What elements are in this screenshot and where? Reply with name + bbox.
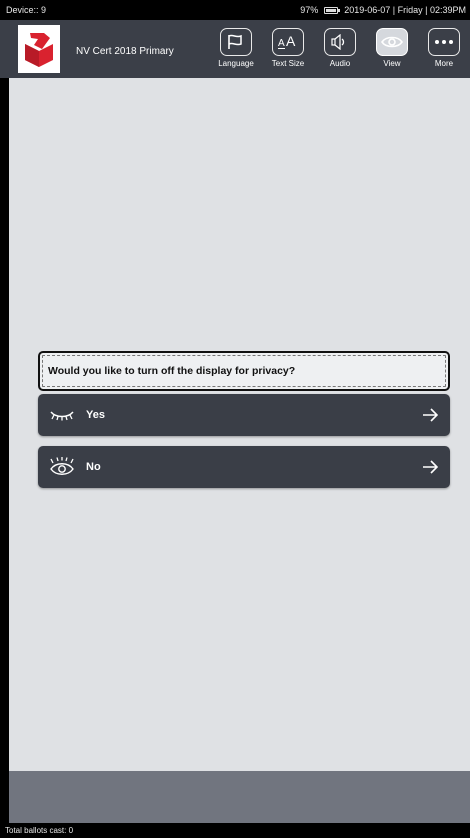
datetime: 2019-06-07 | Friday | 02:39PM (344, 5, 466, 15)
svg-text:A: A (278, 38, 285, 49)
battery-percent: 97% (300, 5, 319, 15)
status-right: 97% 2019-06-07 | Friday | 02:39PM (300, 5, 466, 15)
arrow-right-icon (422, 457, 439, 477)
more-label: More (434, 59, 454, 68)
footer-band (9, 771, 470, 823)
option-no-button[interactable]: No (38, 446, 450, 488)
text-size-icon: A A (272, 28, 304, 56)
ballots-cast-count: Total ballots cast: 0 (5, 826, 74, 835)
audio-button[interactable]: Audio (314, 28, 366, 68)
bottom-status-bar: Total ballots cast: 0 (0, 823, 470, 838)
ballot-box-logo-icon (18, 25, 60, 73)
flag-icon (220, 28, 252, 56)
toolbar: Language A A Text Size Audio View More (210, 28, 470, 68)
more-dots-icon (428, 28, 460, 56)
more-button[interactable]: More (418, 28, 470, 68)
option-yes-button[interactable]: Yes (38, 394, 450, 436)
eye-closed-icon (48, 405, 76, 425)
language-label: Language (218, 59, 254, 68)
privacy-question: Would you like to turn off the display f… (38, 351, 450, 391)
svg-text:A: A (286, 34, 296, 49)
option-no-label: No (86, 461, 101, 473)
text-size-button[interactable]: A A Text Size (262, 28, 314, 68)
text-size-label: Text Size (271, 59, 305, 68)
status-bar: Device:: 9 97% 2019-06-07 | Friday | 02:… (0, 0, 470, 20)
speaker-icon (324, 28, 356, 56)
option-yes-label: Yes (86, 409, 105, 421)
eye-open-icon (48, 457, 76, 477)
app-header: NV Cert 2018 Primary Language A A Text S… (0, 20, 470, 78)
battery-icon (324, 6, 341, 14)
app-title: NV Cert 2018 Primary (76, 46, 174, 57)
view-label: View (383, 59, 401, 68)
arrow-right-icon (422, 405, 439, 425)
device-label: Device:: 9 (6, 5, 47, 15)
audio-label: Audio (329, 59, 351, 68)
view-button[interactable]: View (366, 28, 418, 68)
eye-icon (376, 28, 408, 56)
language-button[interactable]: Language (210, 28, 262, 68)
